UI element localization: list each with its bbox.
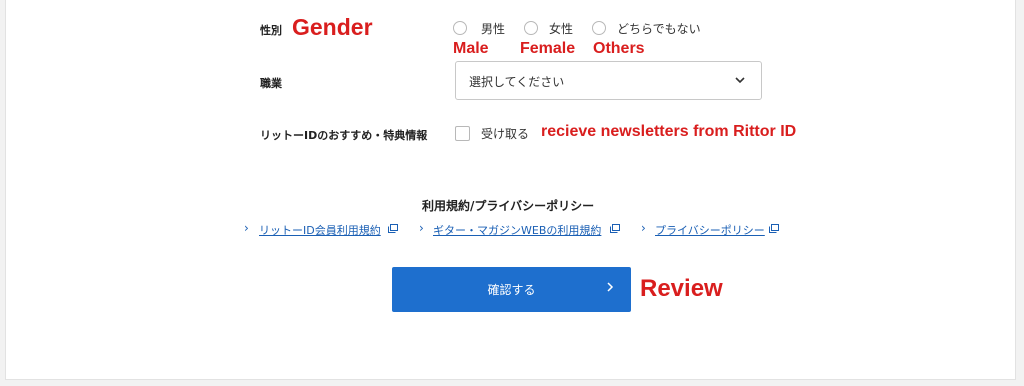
external-window-icon <box>769 224 779 233</box>
chevron-right-icon: › <box>641 221 646 235</box>
annotation-others: Others <box>593 40 645 57</box>
newsletter-label: リットーIDのおすすめ・特典情報 <box>260 129 428 142</box>
chevron-right-icon: › <box>419 221 424 235</box>
gender-male-radio[interactable] <box>453 21 467 35</box>
chevron-right-icon: › <box>244 221 249 235</box>
form-card <box>5 0 1016 380</box>
terms-link-rittor-id[interactable]: リットーID会員利用規約 <box>259 222 381 238</box>
newsletter-checkbox-label[interactable]: 受け取る <box>481 125 529 142</box>
confirm-button[interactable]: 確認する <box>392 267 631 312</box>
gender-other-label[interactable]: どちらでもない <box>617 20 701 37</box>
gender-male-label[interactable]: 男性 <box>481 20 505 37</box>
annotation-female: Female <box>520 40 576 57</box>
external-window-icon <box>610 224 620 233</box>
newsletter-checkbox[interactable] <box>455 126 470 141</box>
annotation-male: Male <box>453 40 489 57</box>
terms-link-privacy-policy[interactable]: プライバシーポリシー <box>655 222 765 238</box>
annotation-newsletter: recieve newsletters from Rittor ID <box>541 123 797 140</box>
annotation-gender: Gender <box>292 14 373 40</box>
external-window-icon <box>388 224 398 233</box>
terms-link-guitar-magazine[interactable]: ギター・マガジンWEBの利用規約 <box>433 222 601 238</box>
confirm-button-label: 確認する <box>487 283 536 297</box>
chevron-right-icon <box>607 282 614 292</box>
occupation-label: 職業 <box>260 77 282 90</box>
occupation-select-value: 選択してください <box>469 75 565 89</box>
gender-female-radio[interactable] <box>524 21 538 35</box>
gender-female-label[interactable]: 女性 <box>549 20 573 37</box>
annotation-review: Review <box>640 275 723 302</box>
occupation-select[interactable]: 選択してください <box>455 61 762 100</box>
terms-title: 利用規約/プライバシーポリシー <box>422 199 595 213</box>
gender-label: 性別 <box>260 24 282 37</box>
chevron-down-icon <box>735 77 745 84</box>
gender-other-radio[interactable] <box>592 21 606 35</box>
